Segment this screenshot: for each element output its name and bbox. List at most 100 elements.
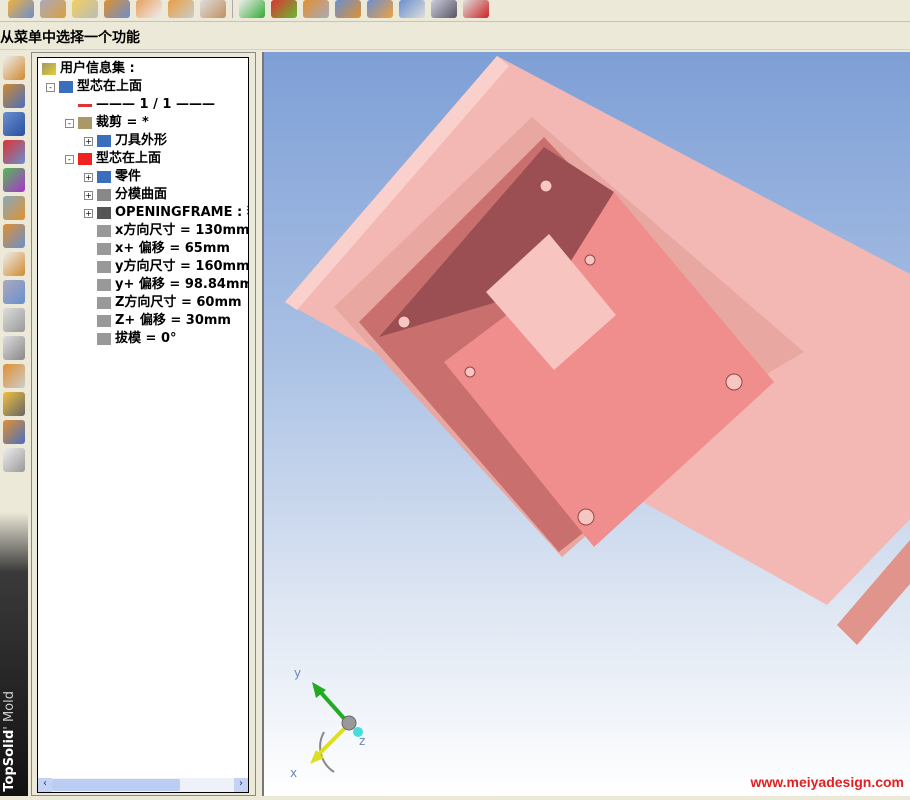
pin-hole	[584, 254, 596, 266]
toolbar-button-1[interactable]	[8, 0, 34, 18]
brand-logo: TopSolid' Mold	[2, 691, 17, 792]
axis-triad[interactable]	[310, 682, 363, 773]
core-icon	[78, 153, 92, 165]
toolbar-button-13[interactable]	[399, 0, 425, 18]
tree-item[interactable]: y方向尺寸 = 160mm	[84, 258, 249, 276]
tree-item[interactable]: x+ 偏移 = 65mm	[84, 240, 230, 258]
expand-toggle-icon[interactable]: +	[84, 190, 93, 200]
scroll-thumb[interactable]	[52, 779, 180, 791]
part-icon	[59, 81, 73, 93]
ejector-tool-icon[interactable]	[3, 364, 25, 388]
shape-tool-icon[interactable]	[3, 112, 25, 136]
tree-horizontal-scrollbar[interactable]: ‹ ›	[38, 778, 248, 792]
sprue-tool-icon[interactable]	[3, 392, 25, 416]
tree-item[interactable]: + 零件	[84, 168, 141, 186]
tree-panel: 用户信息集 : - 型芯在上面 ——— 1 / 1 ——— - 裁剪 = * + 刀具外形 -…	[31, 52, 256, 796]
tree-item[interactable]: Z+ 偏移 = 30mm	[84, 312, 231, 330]
parting-surface-icon	[97, 189, 111, 201]
tree-item-label: Z方向尺寸 = 60mm	[115, 295, 242, 310]
y-axis-label: y	[294, 666, 302, 680]
tree-item-label: 拔模 = 0°	[115, 331, 177, 346]
toolbar-button-2[interactable]	[40, 0, 66, 18]
zoom-icon[interactable]	[431, 0, 457, 18]
brand-suffix: ' Mold	[2, 691, 17, 731]
toolbar-button-12[interactable]	[367, 0, 393, 18]
validate-icon[interactable]	[239, 0, 265, 18]
z-axis-label: z	[359, 734, 366, 748]
pin-tool-icon[interactable]	[3, 336, 25, 360]
tree-item-label: 型芯在上面	[96, 151, 162, 166]
tree-item-label: x方向尺寸 = 130mm	[115, 223, 249, 238]
cavity-tool-icon[interactable]	[3, 196, 25, 220]
expand-toggle-icon[interactable]: -	[65, 154, 74, 164]
prompt-message: 从菜单中选择一个功能	[0, 26, 910, 50]
scroll-right-button[interactable]: ›	[234, 778, 248, 792]
tree-item[interactable]: + 分模曲面	[84, 186, 167, 204]
assembly-tool-icon[interactable]	[3, 420, 25, 444]
expand-toggle-icon[interactable]: +	[84, 172, 93, 182]
toolbar-button-3[interactable]	[72, 0, 98, 18]
tree-item-label: y+ 偏移 = 98.84mm	[115, 277, 249, 292]
insert-tool-icon[interactable]	[3, 224, 25, 248]
toolbar-separator	[232, 0, 233, 18]
mold-model[interactable]	[264, 52, 910, 796]
pin-hole	[577, 508, 595, 526]
expand-toggle-icon[interactable]: -	[65, 118, 74, 128]
tree-item[interactable]: + 刀具外形	[84, 132, 167, 150]
info-set-icon	[42, 63, 56, 75]
toolbar-button-7[interactable]	[200, 0, 226, 18]
curve-tool-icon[interactable]	[3, 84, 25, 108]
tree-item-label: 刀具外形	[115, 133, 168, 148]
scroll-track[interactable]	[180, 778, 234, 792]
x-axis-label: x	[290, 766, 298, 780]
scroll-left-button[interactable]: ‹	[38, 778, 52, 792]
tree-item-label: Z+ 偏移 = 30mm	[115, 313, 231, 328]
3d-viewport[interactable]: y z x www.meiyadesign.com	[262, 52, 910, 796]
trim-icon	[78, 117, 92, 129]
plate-tool-icon[interactable]	[3, 280, 25, 304]
tree-item[interactable]: Z方向尺寸 = 60mm	[84, 294, 242, 312]
drawing-tool-icon[interactable]	[3, 448, 25, 472]
tree-item[interactable]: - 型芯在上面	[65, 150, 161, 168]
main-toolbar	[0, 0, 910, 22]
expand-toggle-icon[interactable]: +	[84, 136, 93, 146]
parameter-icon	[97, 243, 111, 255]
tree-item[interactable]: 拔模 = 0°	[84, 330, 177, 348]
toolbar-button-10[interactable]	[303, 0, 329, 18]
tree-item[interactable]: - 裁剪 = *	[65, 114, 149, 132]
toolbar-button-11[interactable]	[335, 0, 361, 18]
tree-item[interactable]: + OPENINGFRAME : 套	[84, 204, 248, 222]
expand-toggle-icon[interactable]: +	[84, 208, 93, 218]
toolbar-button-6[interactable]	[168, 0, 194, 18]
tree-item-label: ——— 1 / 1 ———	[96, 97, 215, 112]
parameter-icon	[97, 297, 111, 309]
part-icon	[97, 171, 111, 183]
sketch-tool-icon[interactable]	[3, 56, 25, 80]
surface-tool-icon[interactable]	[3, 140, 25, 164]
pin-hole	[397, 315, 411, 329]
tree-item[interactable]: y+ 偏移 = 98.84mm	[84, 276, 249, 294]
parameter-icon	[97, 261, 111, 273]
tree-root-label: 用户信息集 :	[60, 61, 135, 76]
expand-toggle-icon[interactable]: -	[46, 82, 55, 92]
toolbar-button-5[interactable]	[136, 0, 162, 18]
triad-origin	[341, 715, 357, 731]
exit-icon[interactable]	[463, 0, 489, 18]
cancel-icon[interactable]	[271, 0, 297, 18]
tree-item[interactable]: x方向尺寸 = 130mm	[84, 222, 249, 240]
mold-tool-icon[interactable]	[3, 168, 25, 192]
user-info-tree: 用户信息集 : - 型芯在上面 ——— 1 / 1 ——— - 裁剪 = * + 刀具外形 -…	[37, 57, 249, 793]
cooling-tool-icon[interactable]	[3, 252, 25, 276]
toolbar-button-4[interactable]	[104, 0, 130, 18]
screw-tool-icon[interactable]	[3, 308, 25, 332]
tree-item[interactable]: - 型芯在上面	[46, 78, 142, 96]
tree-item-label: 零件	[115, 169, 142, 184]
tree-item-label: x+ 偏移 = 65mm	[115, 241, 230, 256]
tree-item-label: 分模曲面	[115, 187, 168, 202]
tree-item[interactable]: ——— 1 / 1 ———	[65, 96, 215, 114]
parameter-icon	[97, 225, 111, 237]
parameter-icon	[97, 315, 111, 327]
pin-hole	[539, 179, 553, 193]
tree-root[interactable]: 用户信息集 :	[42, 60, 135, 78]
tree-item-label: y方向尺寸 = 160mm	[115, 259, 249, 274]
